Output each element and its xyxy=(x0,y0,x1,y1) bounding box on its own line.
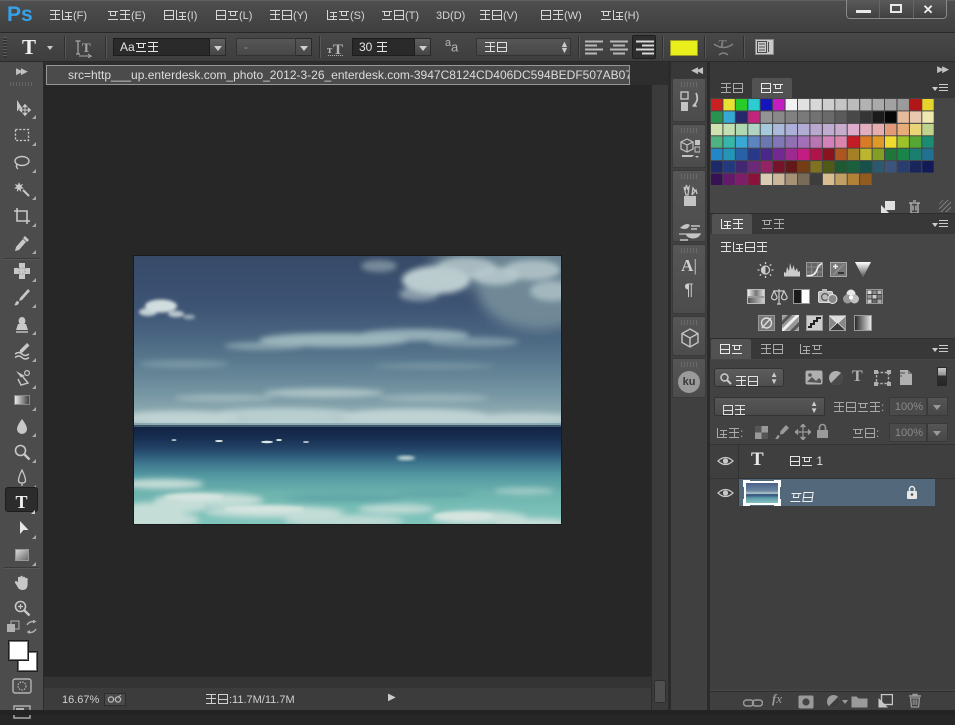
svg-text:T: T xyxy=(717,38,727,51)
svg-text:T: T xyxy=(333,42,343,56)
svg-text:T: T xyxy=(82,40,91,55)
